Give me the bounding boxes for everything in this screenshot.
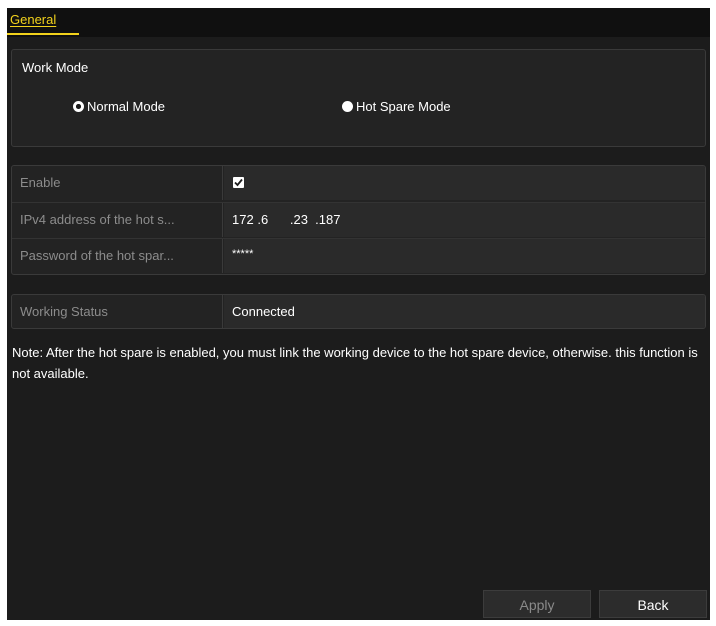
password-label: Password of the hot spar... (12, 239, 223, 273)
hot-spare-mode-radio[interactable]: Hot Spare Mode (342, 99, 451, 114)
ipv4-row: IPv4 address of the hot s... 172 .6 .23 … (12, 202, 705, 237)
ipv4-address-input[interactable]: 172 .6 .23 .187 (232, 203, 340, 237)
ip-octet-1: 172 (232, 212, 254, 227)
ipv4-value-cell: 172 .6 .23 .187 (224, 203, 705, 237)
back-button[interactable]: Back (599, 590, 707, 618)
tab-general[interactable]: General (7, 8, 79, 37)
ip-octet-2: 6 (260, 212, 269, 227)
enable-value-cell (224, 166, 705, 200)
radio-unselected-icon (342, 101, 353, 112)
apply-button[interactable]: Apply (483, 590, 591, 618)
hot-spare-note: Note: After the hot spare is enabled, yo… (12, 345, 698, 381)
work-mode-title: Work Mode (22, 60, 89, 75)
normal-mode-radio[interactable]: Normal Mode (73, 99, 165, 114)
hot-spare-settings-window: General Work Mode Normal Mode Hot Spare … (7, 8, 710, 620)
normal-mode-label: Normal Mode (87, 99, 166, 114)
ipv4-label: IPv4 address of the hot s... (12, 203, 223, 237)
password-row: Password of the hot spar... ***** (12, 238, 705, 273)
enable-checkbox[interactable] (233, 177, 244, 188)
password-input[interactable]: ***** (232, 239, 253, 269)
working-status-label: Working Status (12, 295, 223, 328)
hot-spare-mode-label: Hot Spare Mode (356, 99, 451, 114)
checkmark-icon (234, 178, 243, 187)
tab-bar: General (7, 8, 710, 37)
ip-octet-4: 187 (318, 212, 341, 227)
working-status-value: Connected (224, 295, 705, 328)
hot-spare-settings-table: Enable IPv4 address of the hot s... 172 … (11, 165, 706, 275)
work-mode-group: Work Mode Normal Mode Hot Spare Mode (11, 49, 706, 147)
enable-label: Enable (12, 166, 223, 200)
working-status-row: Working Status Connected (12, 295, 705, 328)
enable-row: Enable (12, 166, 705, 200)
password-value-cell: ***** (224, 239, 705, 273)
working-status-table: Working Status Connected (11, 294, 706, 329)
radio-selected-icon (73, 101, 84, 112)
ip-octet-3: 23 (293, 212, 308, 227)
